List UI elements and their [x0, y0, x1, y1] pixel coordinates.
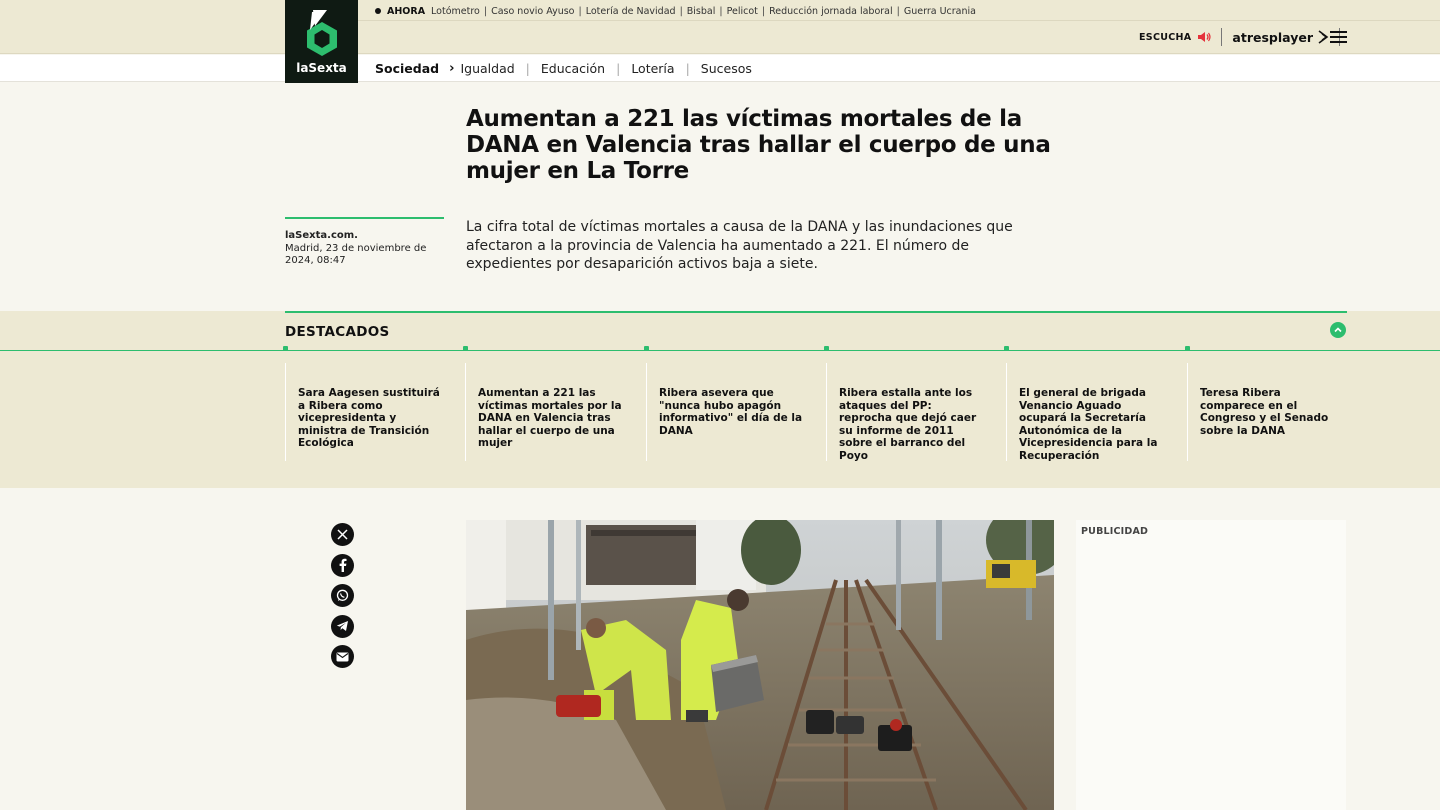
telegram-icon — [336, 621, 348, 631]
article-dateline: Madrid, 23 de noviembre de 2024, 08:47 — [285, 242, 427, 267]
destacados-list: Sara Aagesen sustituirá a Ribera como vi… — [283, 346, 1367, 466]
destacado-title[interactable]: Teresa Ribera comparece en el Congreso y… — [1200, 387, 1348, 437]
destacado-title[interactable]: El general de brigada Venancio Aguado oc… — [1019, 387, 1167, 462]
ahora-link[interactable]: Reducción jornada laboral — [769, 6, 893, 17]
destacado-title[interactable]: Ribera estalla ante los ataques del PP: … — [839, 387, 987, 462]
header-tools: ESCUCHA atresplayer — [1139, 26, 1350, 48]
railway-workers-photo — [466, 520, 1054, 810]
destacado-card[interactable]: El general de brigada Venancio Aguado oc… — [1004, 346, 1186, 462]
share-whatsapp-button[interactable] — [331, 584, 354, 607]
lasexta-six-icon — [306, 10, 337, 56]
article-source: laSexta.com. — [285, 230, 358, 241]
share-bar — [331, 523, 355, 676]
ahora-link[interactable]: Lotería de Navidad — [586, 6, 676, 17]
ahora-ticker: AHORA Lotómetro | Caso novio Ayuso | Loter… — [375, 4, 976, 18]
hamburger-menu-icon[interactable] — [1330, 31, 1347, 44]
share-email-button[interactable] — [331, 645, 354, 668]
x-icon — [337, 529, 348, 540]
article-photo — [466, 520, 1054, 810]
collapse-toggle-button[interactable] — [1330, 322, 1346, 338]
speaker-icon — [1198, 32, 1212, 42]
destacados-top-line — [285, 311, 1347, 313]
nav-link-igualdad[interactable]: Igualdad — [460, 61, 514, 76]
ad-label: PUBLICIDAD — [1081, 526, 1149, 537]
ahora-label: AHORA — [387, 5, 426, 17]
share-telegram-button[interactable] — [331, 614, 354, 638]
topbar-divider — [358, 20, 1440, 21]
share-x-button[interactable] — [331, 523, 354, 546]
destacado-card[interactable]: Teresa Ribera comparece en el Congreso y… — [1185, 346, 1367, 462]
destacados-title: DESTACADOS — [285, 324, 390, 340]
ahora-link[interactable]: Caso novio Ayuso — [491, 6, 574, 17]
ahora-link[interactable]: Pelicot — [727, 6, 758, 17]
nav-section-sociedad[interactable]: Sociedad — [375, 61, 439, 76]
ahora-link[interactable]: Bisbal — [687, 6, 716, 17]
nav-link-educacion[interactable]: Educación — [541, 61, 605, 76]
destacado-card[interactable]: Sara Aagesen sustituirá a Ribera como vi… — [283, 346, 465, 462]
destacado-title[interactable]: Ribera asevera que "nunca hubo apagón in… — [659, 387, 807, 437]
nav-link-sucesos[interactable]: Sucesos — [701, 61, 752, 76]
article-headline: Aumentan a 221 las víctimas mortales de … — [466, 106, 1051, 184]
destacado-title[interactable]: Sara Aagesen sustituirá a Ribera como vi… — [298, 387, 446, 450]
meta-divider — [285, 217, 444, 219]
section-nav: Sociedad › Igualdad | Educación | Loterí… — [375, 60, 752, 76]
atresplayer-arrow-icon — [1318, 30, 1329, 44]
article-lead: La cifra total de víctimas mortales a ca… — [466, 219, 1013, 272]
ahora-link[interactable]: Lotómetro — [431, 6, 480, 17]
section-nav-bar: Sociedad › Igualdad | Educación | Loterí… — [0, 55, 1440, 82]
chevron-right-icon: › — [449, 60, 455, 76]
escucha-button[interactable]: ESCUCHA — [1139, 30, 1212, 44]
logo-text: laSexta — [296, 61, 347, 75]
facebook-icon — [339, 558, 346, 572]
whatsapp-icon — [336, 589, 349, 601]
live-dot-icon — [375, 8, 381, 14]
share-facebook-button[interactable] — [331, 553, 354, 577]
destacado-card[interactable]: Aumentan a 221 las víctimas mortales por… — [463, 346, 645, 462]
top-bar: AHORA Lotómetro | Caso novio Ayuso | Loter… — [0, 0, 1440, 54]
destacado-title[interactable]: Aumentan a 221 las víctimas mortales por… — [478, 387, 626, 450]
atresplayer-label: atresplayer — [1232, 29, 1313, 45]
escucha-label: ESCUCHA — [1139, 31, 1192, 43]
ahora-link[interactable]: Guerra Ucrania — [904, 6, 976, 17]
destacado-card[interactable]: Ribera asevera que "nunca hubo apagón in… — [644, 346, 826, 462]
atresplayer-link[interactable]: atresplayer — [1232, 30, 1329, 45]
email-icon — [336, 652, 349, 661]
destacado-card[interactable]: Ribera estalla ante los ataques del PP: … — [824, 346, 1006, 462]
nav-link-loteria[interactable]: Lotería — [631, 61, 674, 76]
ad-slot — [1076, 520, 1346, 810]
lasexta-logo[interactable]: laSexta — [285, 0, 358, 83]
chevron-up-icon — [1334, 327, 1342, 333]
article-meta: laSexta.com. Madrid, 23 de noviembre de … — [285, 230, 445, 268]
